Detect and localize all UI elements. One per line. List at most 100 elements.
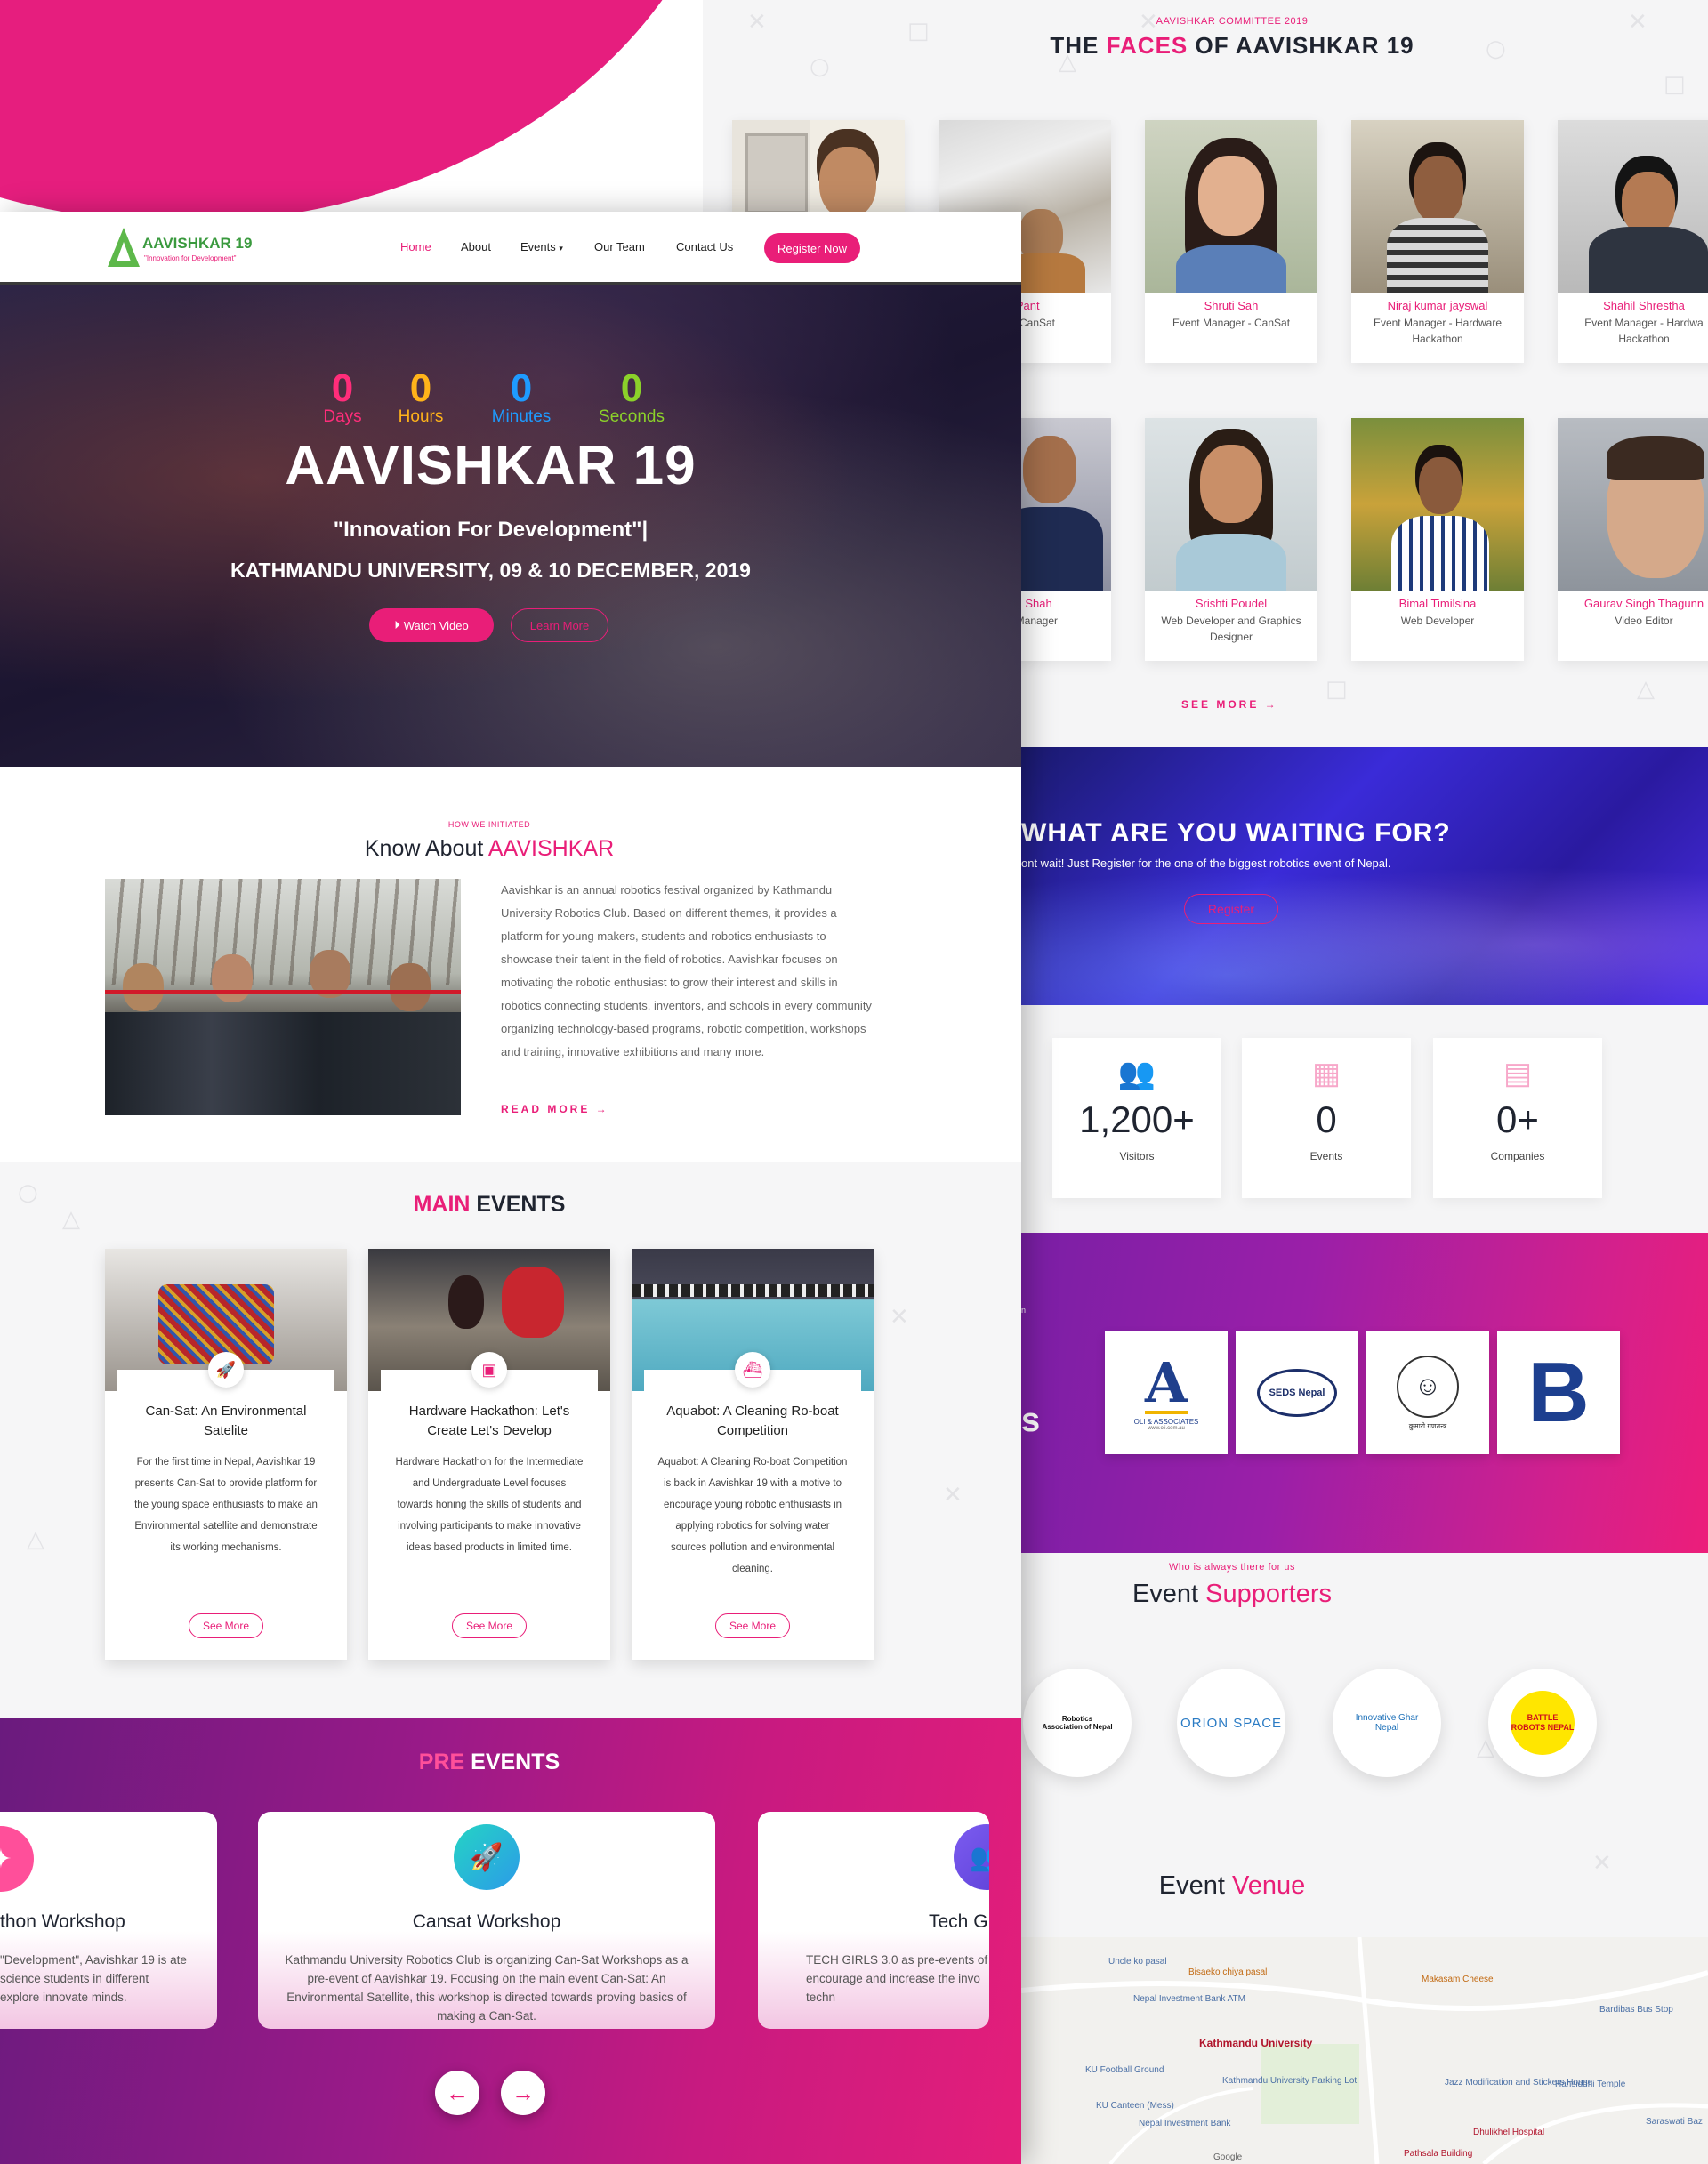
learn-more-button[interactable]: Learn More [511,608,608,642]
event-title: Can-Sat: An Environmental Satelite [145,1404,307,1438]
sponsor-logo-emblem[interactable]: ☺ कुमारी गणतन्त्र [1366,1331,1489,1454]
calendar-icon: ▦ [1311,1057,1341,1090]
supporters-title: Event Supporters [1132,1580,1333,1608]
users-icon: 👥 [1117,1057,1156,1090]
see-more-button[interactable]: See More [452,1613,527,1638]
pre-events-title: PRE EVENTS [418,1750,560,1774]
team-member-card[interactable]: Niraj kumar jayswal Event Manager - Hard… [1351,120,1524,363]
pre-event-card: 👥 Tech G TECH GIRLS 3.0 as pre-events of… [758,1812,989,2029]
team-member-card[interactable]: Srishti Poudel Web Developer and Graphic… [1145,418,1317,661]
supporter-logo-text: Innovative Ghar Nepal [1355,1713,1419,1733]
square-shape: □ [1325,676,1348,703]
event-card-aquabot: ⛴ Aquabot: A Cleaning Ro-boat Competitio… [632,1249,874,1660]
sponsor-logo-oli[interactable]: A OLI & ASSOCIATES www.oli.com.au [1105,1331,1228,1454]
member-photo [1145,120,1317,293]
sponsor-logo-text: SEDS Nepal [1257,1369,1337,1417]
event-description: For the first time in Nepal, Aavishkar 1… [134,1457,318,1553]
map-label: Hansiddhi Temple [1555,2080,1626,2089]
square-shape: □ [907,18,930,44]
circle-shape: ○ [1486,36,1506,62]
event-description: Aquabot: A Cleaning Ro-boat Competition … [657,1457,848,1574]
triangle-shape: △ [1637,676,1655,703]
map-label: KU Canteen (Mess) [1096,2101,1174,2111]
pre-event-card: 🚀 Cansat Workshop Kathmandu University R… [258,1812,715,2029]
nav-events[interactable]: Events ▾ [520,240,563,253]
team-member-card[interactable]: Gaurav Singh Thagunn Video Editor [1558,418,1708,661]
see-more-team-link[interactable]: SEE MORE → [1181,698,1278,711]
read-more-link[interactable]: READ MORE → [501,1103,609,1115]
stat-value: 1,200+ [1079,1098,1195,1140]
logo-tagline: "Innovation for Development" [144,254,237,262]
supporter-logo-orion[interactable]: ORION SPACE [1177,1669,1285,1777]
member-photo [1351,120,1524,293]
supporter-logo-battle-robots[interactable]: BATTLE ROBOTS NEPAL [1488,1669,1597,1777]
pre-event-text: Kathmandu University Robotics Club is or… [285,1953,689,2023]
team-member-card[interactable]: Shahil Shrestha Event Manager - Hardwa H… [1558,120,1708,363]
sponsor-logo-seds[interactable]: SEDS Nepal [1236,1331,1358,1454]
stat-label: Companies [1490,1150,1545,1162]
supporter-logo-text: ORION SPACE [1180,1715,1283,1731]
sponsor-logo-text: OLI & ASSOCIATES [1133,1417,1199,1426]
member-name: Shruti Sah [1204,299,1259,312]
supporter-logo-innovative[interactable]: Innovative Ghar Nepal [1333,1669,1441,1777]
ribbon-cutting-photo [105,879,461,1115]
event-card-body: ⛴ Aquabot: A Cleaning Ro-boat Competitio… [644,1352,861,1654]
stat-card-events: ▦ 0 Events [1242,1038,1411,1198]
event-description: Hardware Hackathon for the Intermediate … [395,1457,584,1553]
register-cta-banner: WHAT ARE YOU WAITING FOR? ont wait! Just… [1021,747,1708,1005]
register-button[interactable]: Register [1184,894,1278,924]
register-now-button[interactable]: Register Now [764,233,860,263]
map-label: Bardibas Bus Stop [1599,2005,1673,2015]
carousel-next-button[interactable]: → [501,2071,545,2115]
carousel-prev-button[interactable]: ← [435,2071,479,2115]
member-name: Gaurav Singh Thagunn [1583,597,1704,610]
event-card-hackathon: ▣ Hardware Hackathon: Let's Create Let's… [368,1249,610,1660]
triangle-shape: △ [62,1206,80,1233]
cross-shape: ✕ [890,1304,909,1331]
hero-tagline: "Innovation For Development"| [333,518,649,542]
see-more-button[interactable]: See More [715,1613,790,1638]
supporter-logo-text: BATTLE ROBOTS NEPAL [1511,1691,1575,1755]
sponsor-text-fragment: n [1021,1306,1027,1315]
sponsor-logo-b[interactable]: B [1497,1331,1620,1454]
nav-contact[interactable]: Contact Us [676,240,733,253]
member-name: Srishti Poudel [1195,597,1268,610]
watch-video-button[interactable]: ⏵ Watch Video [369,608,494,642]
map-label: Saraswati Baz [1646,2117,1703,2127]
map-label: Uncle ko pasal [1108,1957,1167,1967]
caret-down-icon: ▾ [559,244,563,253]
event-title: Hardware Hackathon: Let's Create Let's D… [408,1404,570,1438]
nav-about[interactable]: About [461,240,491,253]
boat-icon: ⛴ [735,1352,770,1388]
logo-title[interactable]: AAVISHKAR 19 [142,235,252,253]
waiting-text: ont wait! Just Register for the one of t… [1021,857,1391,870]
stat-card-visitors: 👥 1,200+ Visitors [1052,1038,1221,1198]
cross-shape: ✕ [747,9,767,36]
stat-label: Events [1309,1150,1343,1162]
member-role: Web Developer [1400,615,1475,627]
stat-label: Visitors [1119,1150,1155,1162]
map-label: Makasam Cheese [1422,1975,1494,1984]
countdown-hours: 0 Hours [398,366,444,426]
team-member-card[interactable]: Shruti Sah Event Manager - CanSat [1145,120,1317,363]
oli-logo-mark: A [1144,1349,1188,1415]
see-more-button[interactable]: See More [189,1613,263,1638]
pre-events-section: PRE EVENTS ✦ thon Workshop "Development"… [0,1718,1021,2164]
nav-home[interactable]: Home [400,240,431,253]
venue-map[interactable]: Uncle ko pasal Bisaeko chiya pasal Makas… [1021,1937,1708,2164]
workshop-icon: ✦ [0,1826,34,1892]
pink-blob-shape [0,0,703,213]
cross-shape: ✕ [943,1482,963,1508]
supporter-logo-ran[interactable]: Robotics Association of Nepal [1023,1669,1132,1777]
nav-our-team[interactable]: Our Team [594,240,645,253]
users-icon: 👥 [954,1824,989,1890]
about-eyebrow: HOW WE INITIATED [447,820,531,829]
member-role: Event Manager - CanSat [1172,317,1291,329]
rocket-icon: 🚀 [454,1824,520,1890]
team-member-card[interactable]: Bimal Timilsina Web Developer [1351,418,1524,661]
member-role: Event Manager - Hardwa Hackathon [1584,317,1704,345]
member-photo [1351,418,1524,591]
stat-card-companies: ▤ 0+ Companies [1433,1038,1602,1198]
logo-mark[interactable] [107,226,141,269]
event-card-cansat: 🚀 Can-Sat: An Environmental Satelite For… [105,1249,347,1660]
